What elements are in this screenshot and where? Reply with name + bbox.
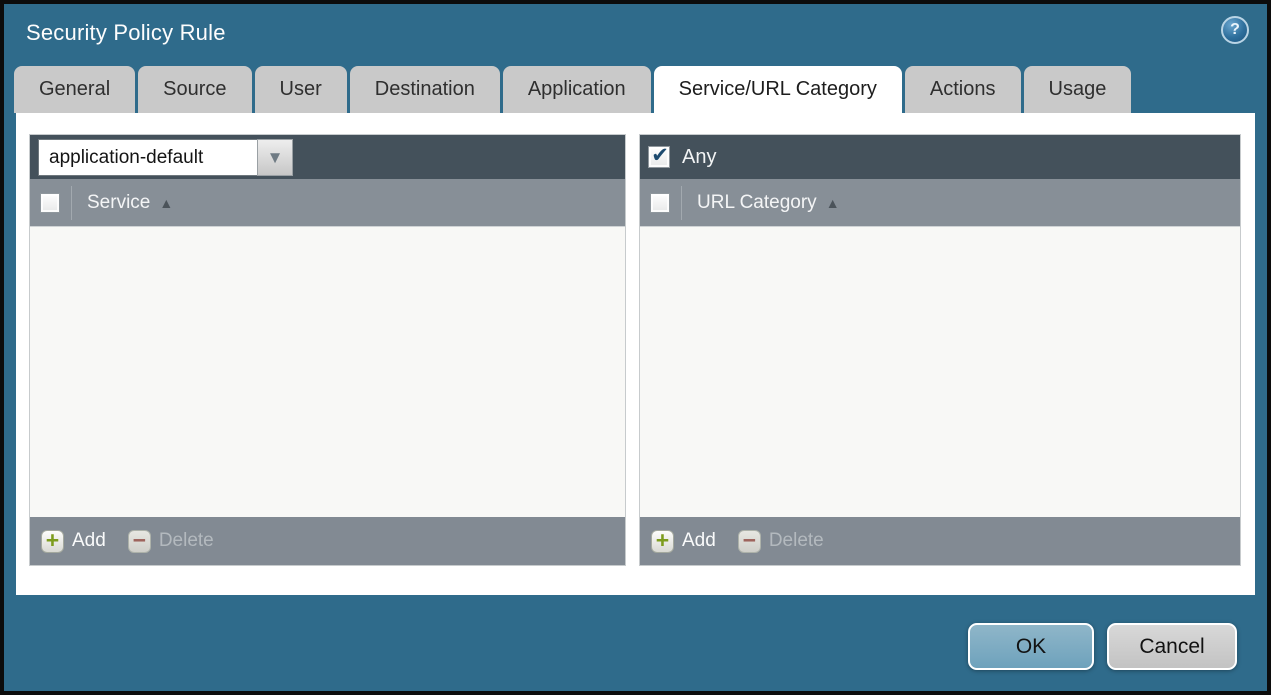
any-checkbox-label: Any: [682, 145, 717, 168]
tab-destination-label: Destination: [374, 78, 475, 100]
service-delete-button[interactable]: − Delete: [127, 526, 214, 553]
service-table-body: [30, 227, 625, 517]
tab-service-url-category[interactable]: Service/URL Category: [653, 66, 902, 113]
tab-general-label: General: [39, 78, 111, 100]
any-checkbox[interactable]: ✔: [648, 143, 670, 168]
url-category-add-button[interactable]: + Add: [651, 526, 716, 553]
column-divider: [681, 185, 682, 220]
plus-glyph: +: [45, 526, 60, 553]
column-divider: [71, 185, 72, 220]
tab-usage-label: Usage: [1048, 78, 1107, 100]
service-column-header[interactable]: Service ▲: [87, 192, 173, 214]
url-category-delete-button[interactable]: − Delete: [737, 526, 824, 553]
tab-user[interactable]: User: [254, 66, 347, 113]
url-category-panel: ✔ Any ✔ URL Category ▲: [639, 134, 1241, 566]
delete-icon: −: [737, 526, 761, 553]
plus-glyph: +: [655, 526, 670, 553]
service-type-dropdown-value[interactable]: application-default: [38, 138, 257, 176]
add-icon: +: [41, 526, 64, 553]
tab-general[interactable]: General: [14, 66, 136, 113]
title-bar: Security Policy Rule ?: [4, 4, 1267, 66]
url-category-delete-label: Delete: [768, 530, 824, 551]
tab-source-label: Source: [163, 78, 227, 100]
tab-source[interactable]: Source: [138, 66, 252, 113]
service-type-dropdown[interactable]: application-default ▼: [38, 138, 293, 176]
service-column-header-label: Service: [87, 191, 151, 213]
chevron-down-icon: ▼: [266, 147, 284, 167]
help-icon-glyph: ?: [1230, 21, 1240, 38]
service-panel: application-default ▼ ✔ Service ▲: [29, 134, 626, 566]
url-category-select-all-checkbox[interactable]: ✔: [650, 192, 670, 213]
delete-icon: −: [127, 526, 151, 553]
ok-button[interactable]: OK: [968, 623, 1094, 670]
url-category-table-header: ✔ URL Category ▲: [640, 179, 1240, 227]
tab-service-url-category-label: Service/URL Category: [678, 78, 877, 100]
service-type-dropdown-button[interactable]: ▼: [257, 138, 293, 176]
service-select-all-checkbox[interactable]: ✔: [40, 192, 60, 213]
tab-actions[interactable]: Actions: [904, 66, 1021, 113]
security-policy-rule-dialog: Security Policy Rule ? General Source Us…: [0, 0, 1271, 695]
add-icon: +: [651, 526, 674, 553]
url-category-add-label: Add: [682, 530, 716, 551]
check-icon: ✔: [651, 143, 669, 167]
tab-bar: General Source User Destination Applicat…: [4, 66, 1267, 113]
cancel-button[interactable]: Cancel: [1107, 623, 1237, 670]
sort-ascending-icon: ▲: [159, 194, 174, 211]
url-category-column-header-label: URL Category: [697, 191, 817, 213]
dialog-action-bar: OK Cancel: [4, 595, 1267, 670]
tab-actions-label: Actions: [929, 78, 996, 100]
tab-application-label: Application: [527, 78, 626, 100]
tab-destination[interactable]: Destination: [349, 66, 500, 113]
tab-usage[interactable]: Usage: [1023, 66, 1132, 113]
url-category-panel-toolbar: ✔ Any: [640, 135, 1240, 179]
panels-container: application-default ▼ ✔ Service ▲: [29, 134, 1241, 566]
service-panel-toolbar: application-default ▼: [30, 135, 625, 179]
service-delete-label: Delete: [158, 530, 214, 551]
service-add-button[interactable]: + Add: [41, 526, 106, 553]
minus-glyph: −: [132, 526, 147, 553]
service-add-label: Add: [72, 530, 106, 551]
help-icon[interactable]: ?: [1221, 16, 1249, 44]
dialog-body: application-default ▼ ✔ Service ▲: [16, 113, 1255, 595]
url-category-column-header[interactable]: URL Category ▲: [697, 192, 840, 214]
tab-application[interactable]: Application: [502, 66, 651, 113]
sort-ascending-icon: ▲: [825, 194, 840, 211]
service-table-header: ✔ Service ▲: [30, 179, 625, 227]
tab-user-label: User: [279, 78, 322, 100]
url-category-panel-footer: + Add − Delete: [640, 517, 1240, 565]
url-category-table-body: [640, 227, 1240, 517]
minus-glyph: −: [742, 526, 757, 553]
service-panel-footer: + Add − Delete: [30, 517, 625, 565]
page-title: Security Policy Rule: [26, 20, 226, 45]
